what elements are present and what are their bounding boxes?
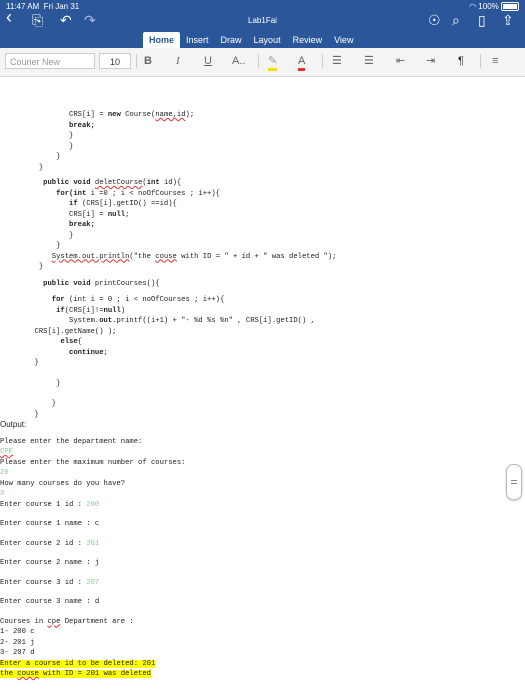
document-page[interactable]: CRS[i] = new Course(name,id); break; } }…	[0, 77, 525, 700]
highlighted-output-line: Enter a course id to be deleted: 201	[0, 659, 156, 668]
output-line: Courses in cpe Department are :	[0, 617, 134, 626]
output-line: Enter course 2 name : j	[0, 559, 100, 567]
text-effects-icon[interactable]: A..	[232, 54, 245, 68]
code-line: CRS[i].getName() );	[34, 327, 117, 336]
output-label: Output:	[0, 420, 27, 429]
font-name-input[interactable]: Courier New	[5, 53, 95, 69]
code-line: }	[38, 263, 44, 271]
app-header: 11:47 AM Fri Jan 31 ◠ 100% ‹ ⎘ ↶ ↷ Lab1F…	[0, 0, 525, 48]
code-line: break;	[69, 221, 95, 229]
code-line: }	[56, 242, 61, 250]
bold-icon[interactable]: B	[144, 54, 152, 68]
bullets-icon[interactable]: ☰	[332, 54, 342, 68]
paragraph-marks-icon[interactable]: ¶	[458, 54, 464, 68]
ribbon-toolbar: Courier New 10 B I U A.. ✎ A ☰ ☰ ⇤ ⇥ ¶ ≡	[0, 48, 525, 77]
code-line: for(int i =0 ; i < noOfCourses ; i++){	[56, 189, 220, 198]
code-line: CRS[i] = new Course(name,id);	[69, 111, 195, 119]
search-icon[interactable]: ⌕	[452, 12, 460, 28]
code-line: }	[51, 400, 57, 408]
styles-icon[interactable]: ≡	[492, 54, 498, 68]
code-line: if(CRS[i]!=null)	[56, 306, 126, 315]
divider	[480, 54, 481, 68]
mobile-view-icon[interactable]: ▯	[478, 12, 486, 28]
underline-icon[interactable]: U	[204, 54, 212, 68]
ribbon-tabs: Home Insert Draw Layout Review View	[143, 32, 359, 48]
code-line: CRS[i] = null;	[69, 210, 130, 219]
font-color-icon[interactable]: A	[298, 54, 306, 71]
code-line: for (int i = 0 ; i < noOfCourses ; i++){	[51, 296, 225, 304]
code-line: System.out.printf((i+1) + "- %d %s %n" ,…	[69, 317, 315, 325]
scroll-handle[interactable]	[506, 464, 522, 500]
tab-view[interactable]: View	[328, 32, 359, 48]
code-line: }	[56, 153, 61, 161]
code-line: public void deletCourse(int id){	[43, 179, 182, 187]
tab-draw[interactable]: Draw	[215, 32, 248, 48]
output-line: Enter course 3 name : d	[0, 598, 100, 606]
code-line: System.out.println("the couse with ID = …	[51, 252, 337, 261]
output-line: Please enter the department name:	[0, 437, 143, 446]
code-line: }	[69, 132, 74, 140]
tab-insert[interactable]: Insert	[180, 32, 215, 48]
highlight-icon[interactable]: ✎	[268, 54, 278, 71]
code-line: else{	[60, 338, 82, 346]
decrease-indent-icon[interactable]: ⇤	[396, 54, 405, 68]
output-line: Enter course 1 id : 200	[0, 500, 100, 509]
output-input-value: 3	[0, 490, 5, 498]
code-line: public void printCourses(){	[43, 279, 160, 288]
italic-icon[interactable]: I	[176, 54, 180, 68]
tab-layout[interactable]: Layout	[248, 32, 287, 48]
share-icon[interactable]: ⇪	[502, 12, 514, 28]
battery-icon	[501, 2, 519, 12]
tab-home[interactable]: Home	[143, 32, 181, 48]
lightbulb-icon[interactable]: ☉	[428, 12, 441, 28]
code-line: }	[38, 163, 44, 172]
code-line: continue;	[69, 348, 108, 357]
divider	[322, 54, 323, 68]
output-line: Enter course 1 name : c	[0, 520, 100, 528]
output-line: 2- 201 j	[0, 638, 35, 647]
output-input-value: CPE	[0, 448, 13, 456]
document-title: Lab1Fai	[248, 16, 277, 25]
code-line: }	[56, 379, 61, 388]
document-content: CRS[i] = new Course(name,id); break; } }…	[0, 77, 336, 680]
output-line: Enter course 2 id : 201	[0, 539, 100, 548]
code-line: }	[34, 410, 39, 419]
battery-percent: 100%	[478, 2, 499, 11]
increase-indent-icon[interactable]: ⇥	[426, 54, 435, 68]
output-line: Enter course 3 id : 207	[0, 578, 100, 587]
highlighted-output-line: the couse with ID = 201 was deleted	[0, 670, 151, 678]
status-time: 11:47 AM Fri Jan 31	[6, 2, 80, 11]
output-line: How many courses do you have?	[0, 479, 126, 488]
output-input-value: 20	[0, 469, 9, 477]
output-line: Please enter the maximum number of cours…	[0, 458, 186, 467]
wifi-icon: ◠	[469, 2, 477, 11]
status-right: ◠ 100%	[469, 2, 519, 12]
code-line: break;	[69, 121, 95, 130]
tab-review[interactable]: Review	[287, 32, 329, 48]
output-line: 1- 200 c	[0, 628, 35, 636]
divider	[258, 54, 259, 68]
font-size-input[interactable]: 10	[99, 53, 131, 69]
code-line: }	[34, 359, 39, 367]
numbering-icon[interactable]: ☰	[364, 54, 374, 68]
divider	[136, 54, 137, 68]
code-line: if (CRS[i].getID() ==id){	[69, 200, 177, 208]
code-line: }	[69, 231, 74, 240]
output-line: 3- 207 d	[0, 649, 35, 657]
code-line: }	[69, 142, 74, 151]
